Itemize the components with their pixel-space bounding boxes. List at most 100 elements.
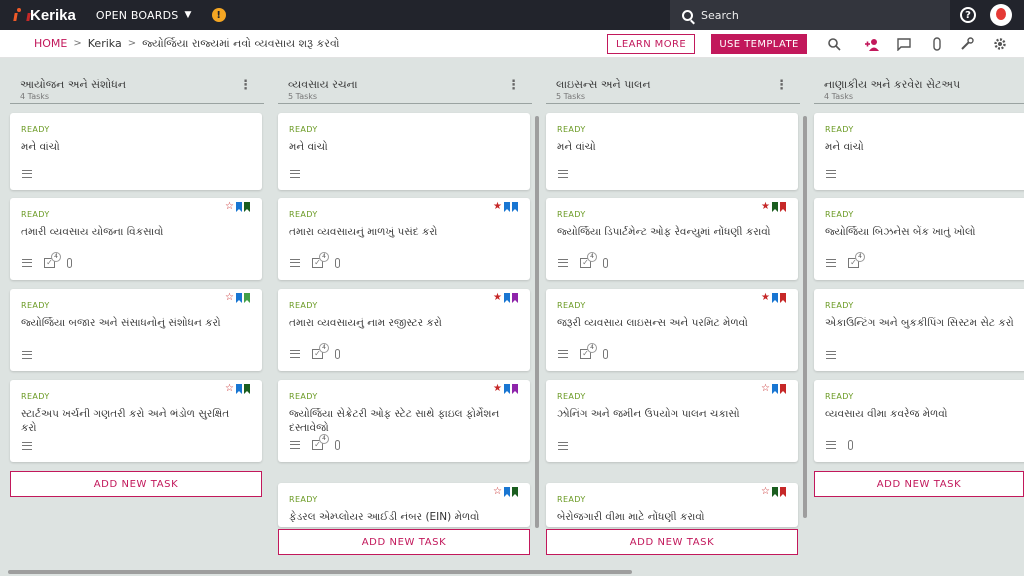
column-title: આયોજન અને સંશોધન (20, 78, 127, 91)
description-icon (558, 442, 568, 450)
star-filled-icon[interactable]: ★ (493, 293, 502, 303)
search-icon (682, 9, 693, 21)
add-new-task-button[interactable]: ADD NEW TASK (278, 529, 530, 555)
star-outline-icon[interactable]: ☆ (761, 384, 770, 394)
star-outline-icon[interactable]: ☆ (225, 384, 234, 394)
bookmark-flag-icon (772, 202, 778, 212)
column-task-count: 4 Tasks (20, 92, 50, 101)
bookmark-flag-icon (512, 384, 518, 394)
help-icon[interactable]: ? (960, 7, 976, 23)
task-status: READY (289, 210, 318, 219)
task-flags: ☆ (493, 487, 518, 497)
checklist-icon: ✓ 4 (312, 434, 329, 450)
board-column: આયોજન અને સંશોધન 4 Tasks ⋮ READY મને વાંચો RE… (10, 58, 264, 568)
description-icon (290, 170, 300, 178)
task-title: બેરોજગારી વીમા માટે નોંધણી કરાવો (557, 511, 705, 523)
task-card[interactable]: READY જ્યોર્જિયા બજાર અને સંસાધનોનું સંશો… (10, 289, 262, 371)
horizontal-scrollbar[interactable] (8, 570, 632, 574)
column-header: આયોજન અને સંશોધન 4 Tasks ⋮ (10, 58, 264, 104)
task-icons: ✓ 4 (290, 252, 340, 268)
add-person-icon[interactable] (863, 35, 881, 53)
search-placeholder: Search (701, 8, 739, 22)
star-outline-icon[interactable]: ☆ (225, 293, 234, 303)
checklist-count: 4 (51, 252, 61, 262)
task-title: મને વાંચો (825, 141, 864, 153)
task-card[interactable]: READY જરૂરી વ્યવસાય લાઇસન્સ અને પરમિટ મેળ… (546, 289, 798, 371)
open-boards-menu[interactable]: OPEN BOARDS ▼ (96, 9, 192, 22)
checklist-icon: ✓ 4 (848, 252, 865, 268)
add-new-task-button[interactable]: ADD NEW TASK (10, 471, 262, 497)
task-title: મને વાંચો (557, 141, 596, 153)
description-icon (826, 259, 836, 267)
task-icons: ✓ 4 (558, 343, 608, 359)
task-card[interactable]: READY મને વાંચો (278, 113, 530, 190)
task-card[interactable]: READY તમારી વ્યવસાય યોજના વિકસાવો ☆ ✓ 4 (10, 198, 262, 280)
task-icons (558, 170, 568, 178)
star-filled-icon[interactable]: ★ (493, 384, 502, 394)
task-icons (22, 442, 32, 450)
task-icons (22, 351, 32, 359)
breadcrumb-org[interactable]: Kerika (88, 37, 122, 50)
star-outline-icon[interactable]: ☆ (225, 202, 234, 212)
tools-icon[interactable] (958, 35, 976, 53)
task-title: જરૂરી વ્યવસાય લાઇસન્સ અને પરમિટ મેળવો (557, 317, 748, 329)
gear-icon[interactable] (991, 35, 1009, 53)
task-card[interactable]: READY તમારા વ્યવસાયનું માળખું પસંદ કરો ★ ✓ 4 (278, 198, 530, 280)
task-flags: ★ (493, 293, 518, 303)
avatar[interactable] (990, 4, 1012, 26)
add-new-task-button[interactable]: ADD NEW TASK (546, 529, 798, 555)
task-icons: ✓ 4 (22, 252, 72, 268)
search-icon[interactable] (825, 35, 843, 53)
task-card[interactable]: READY મને વાંચો (546, 113, 798, 190)
task-title: જ્યોર્જિયા ડિપાર્ટમેન્ટ ઓફ રેવન્યુમાં નો… (557, 226, 771, 238)
column-task-count: 5 Tasks (288, 92, 318, 101)
task-status: READY (21, 210, 50, 219)
task-icons: ✓ 4 (558, 252, 608, 268)
column-menu-icon[interactable]: ⋮ (775, 78, 788, 93)
chat-icon[interactable] (895, 35, 913, 53)
task-card[interactable]: READY જ્યોર્જિયા સેક્રેટરી ઓફ સ્ટેટ સાથે … (278, 380, 530, 462)
column-header: લાઇસન્સ અને પાલન 5 Tasks ⋮ (546, 58, 800, 104)
task-status: READY (825, 392, 854, 401)
task-flags: ★ (493, 384, 518, 394)
star-filled-icon[interactable]: ★ (761, 293, 770, 303)
top-navbar: Kerika OPEN BOARDS ▼ ! Search ? (0, 0, 1024, 30)
task-status: READY (557, 392, 586, 401)
star-outline-icon[interactable]: ☆ (761, 487, 770, 497)
add-new-task-button[interactable]: ADD NEW TASK (814, 471, 1024, 497)
use-template-button[interactable]: USE TEMPLATE (711, 34, 807, 54)
task-title: સ્ટાર્ટઅપ ખર્ચની ગણતરી કરો અને ભંડોળ સુર… (21, 408, 230, 434)
vertical-scrollbar[interactable] (803, 116, 807, 518)
task-status: READY (825, 210, 854, 219)
task-card[interactable]: READY સ્ટાર્ટઅપ ખર્ચની ગણતરી કરો અને ભંડો… (10, 380, 262, 462)
bookmark-flag-icon (512, 293, 518, 303)
breadcrumb-home[interactable]: HOME (34, 37, 67, 50)
task-card[interactable]: READY બેરોજગારી વીમા માટે નોંધણી કરાવો ☆ (546, 483, 798, 527)
vertical-scrollbar[interactable] (535, 116, 539, 528)
star-outline-icon[interactable]: ☆ (493, 487, 502, 497)
task-card[interactable]: READY મને વાંચો (814, 113, 1024, 190)
search-input[interactable]: Search (670, 0, 950, 30)
star-filled-icon[interactable]: ★ (493, 202, 502, 212)
task-card[interactable]: READY ફેડરલ એમ્પ્લોયર આઈડી નંબર (EIN) મેળ… (278, 483, 530, 527)
learn-more-button[interactable]: LEARN MORE (607, 34, 695, 54)
task-card[interactable]: READY જ્યોર્જિયા ડિપાર્ટમેન્ટ ઓફ રેવન્યુમ… (546, 198, 798, 280)
star-filled-icon[interactable]: ★ (761, 202, 770, 212)
description-icon (290, 350, 300, 358)
task-card[interactable]: READY એકાઉન્ટિંગ અને બુકકીપિંગ સિસ્ટમ સેટ… (814, 289, 1024, 371)
description-icon (826, 441, 836, 449)
task-card[interactable]: READY વ્યવસાય વીમા કવરેજ મેળવો (814, 380, 1024, 462)
kerika-logo[interactable]: Kerika (12, 7, 76, 24)
column-menu-icon[interactable]: ⋮ (239, 78, 252, 93)
task-card[interactable]: READY જ્યોર્જિયા બિઝનેસ બેંક ખાતું ખોલો ✓ 4 (814, 198, 1024, 280)
task-card[interactable]: READY મને વાંચો (10, 113, 262, 190)
column-title: નાણાકીય અને કરવેરા સેટઅપ (824, 78, 961, 91)
bookmark-flag-icon (772, 487, 778, 497)
column-menu-icon[interactable]: ⋮ (507, 78, 520, 93)
task-title: જ્યોર્જિયા સેક્રેટરી ઓફ સ્ટેટ સાથે ફાઇલ … (289, 408, 500, 434)
attachment-icon[interactable] (928, 35, 946, 53)
alert-icon[interactable]: ! (211, 8, 226, 22)
task-card[interactable]: READY તમારા વ્યવસાયનું નામ રજીસ્ટર કરો ★ ✓ 4 (278, 289, 530, 371)
task-card[interactable]: READY ઝોનિંગ અને જમીન ઉપયોગ પાલન ચકાસો ☆ (546, 380, 798, 462)
task-flags: ★ (761, 202, 786, 212)
